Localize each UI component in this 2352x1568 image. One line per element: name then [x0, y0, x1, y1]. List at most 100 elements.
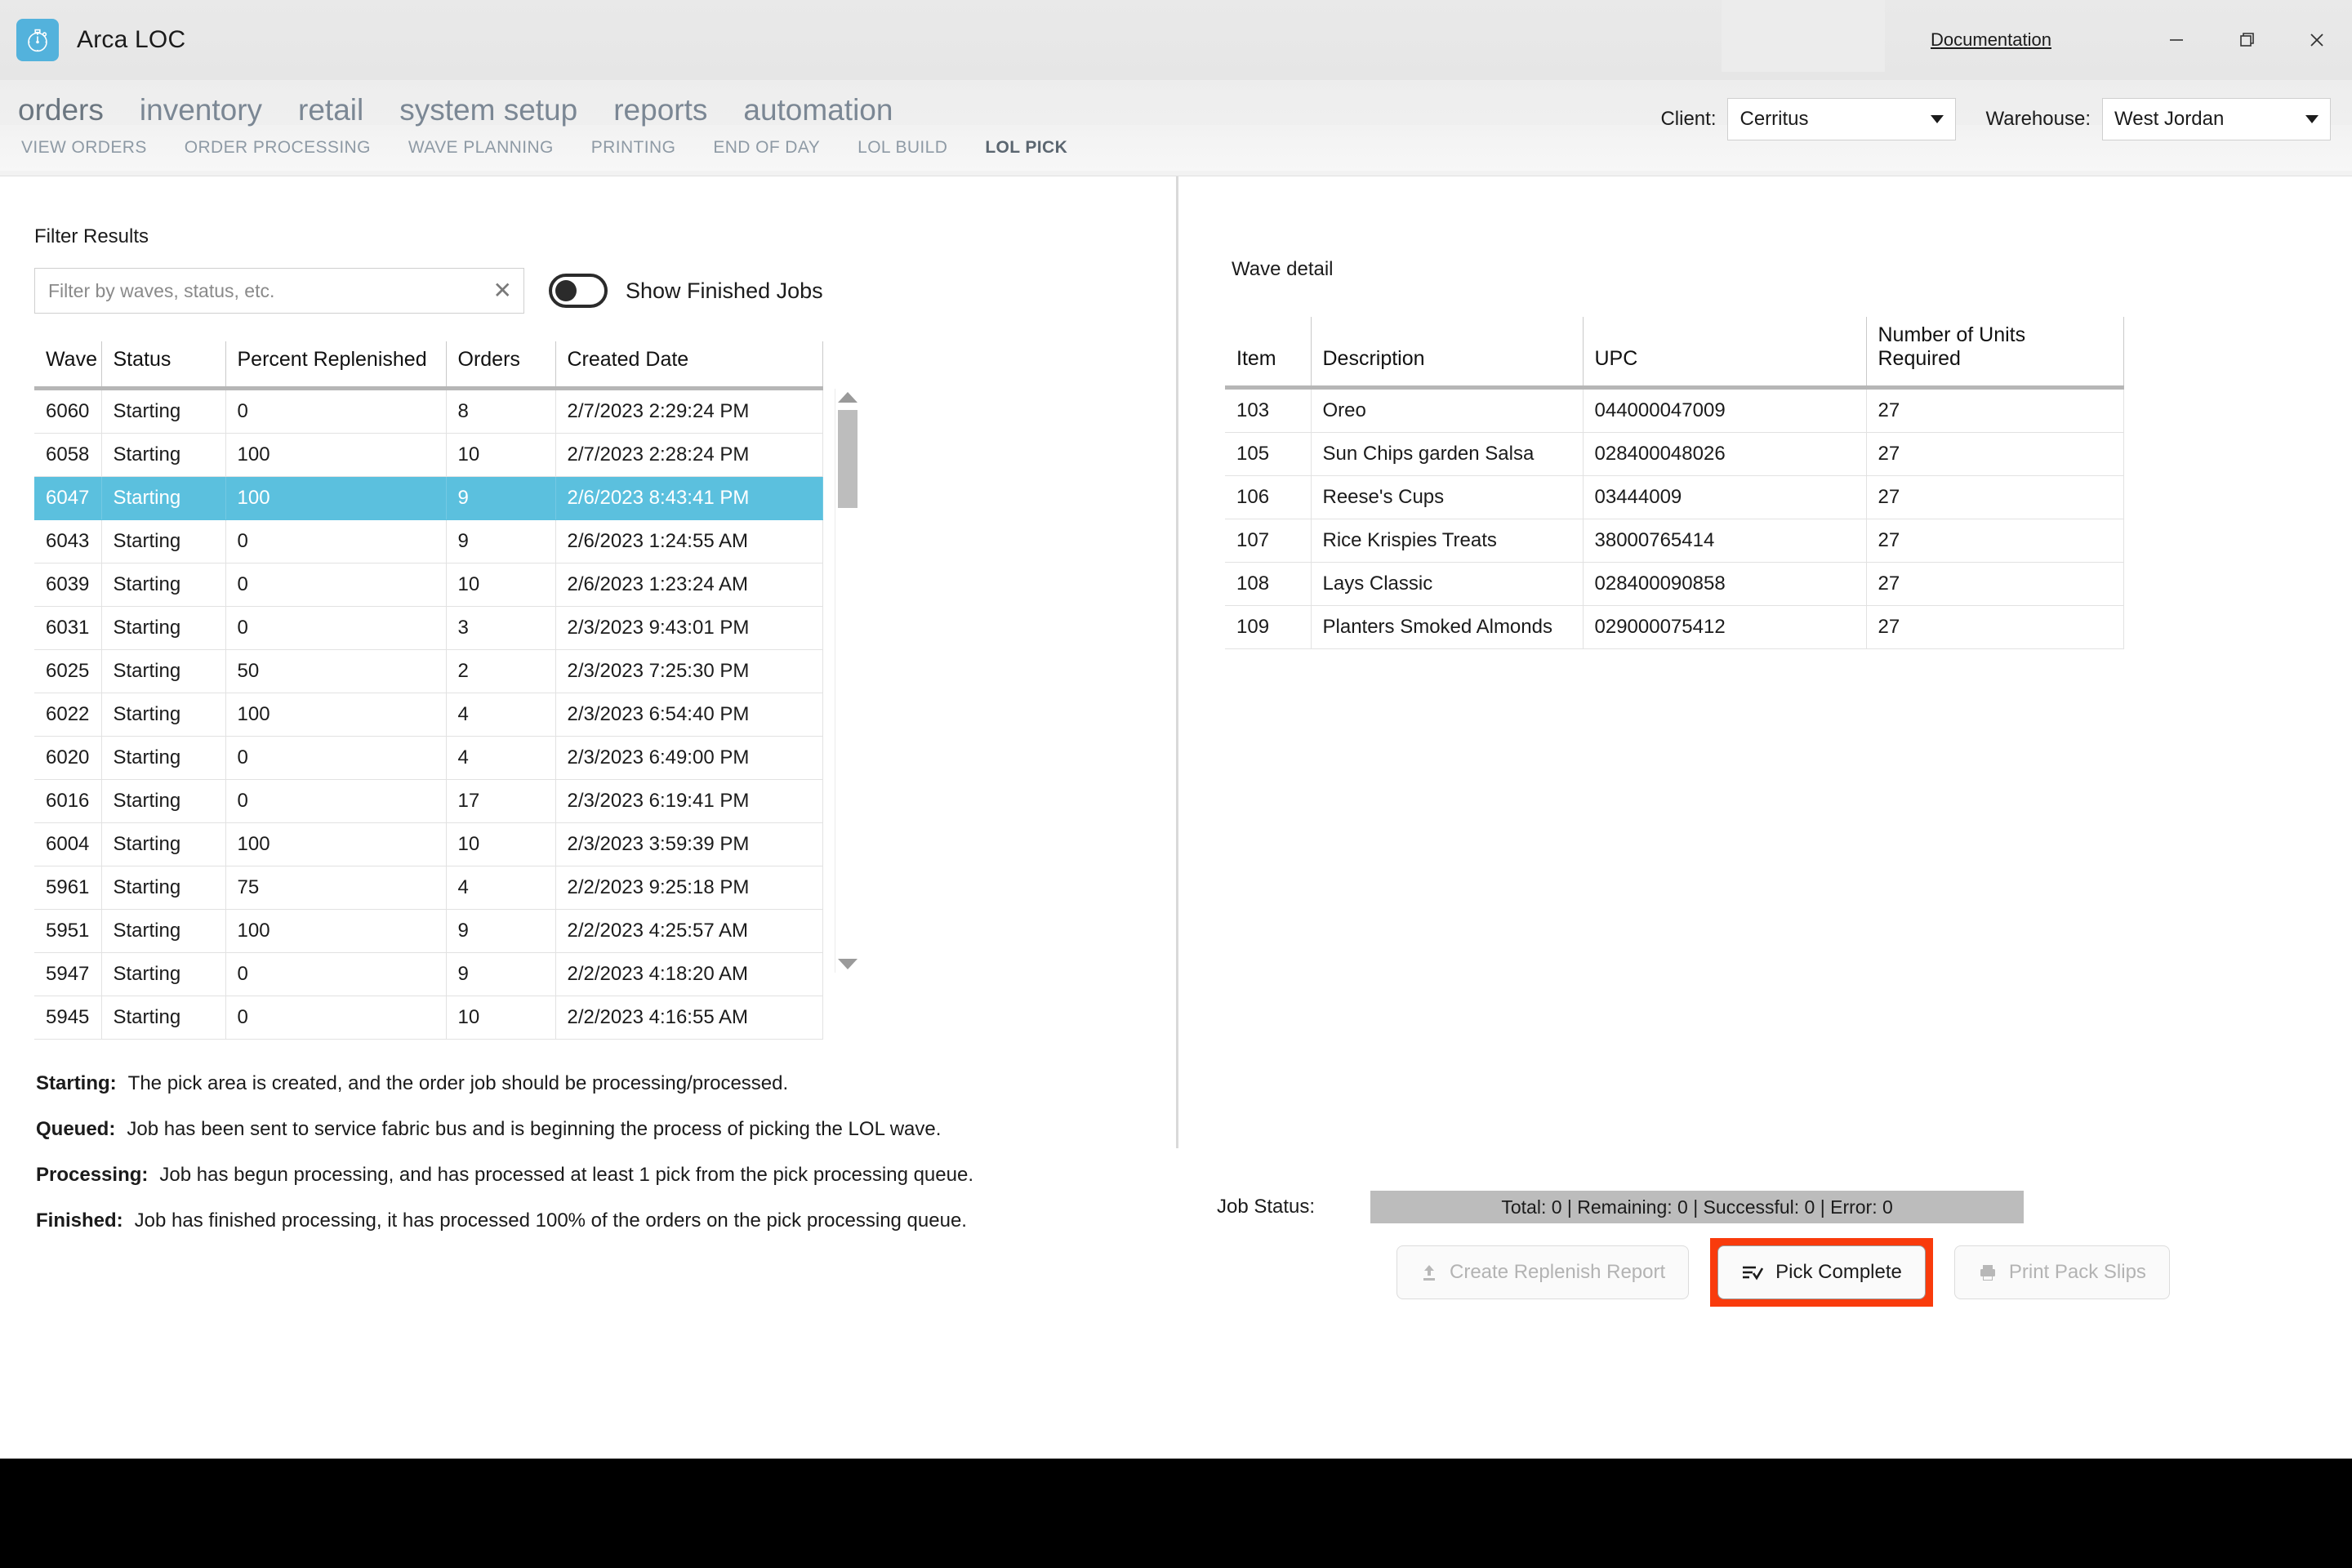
percent-cell: 0: [225, 736, 447, 780]
nav-inventory[interactable]: inventory: [140, 95, 280, 125]
waves-scrollbar[interactable]: [835, 389, 859, 973]
percent-cell: 100: [225, 909, 447, 953]
table-row[interactable]: 6016 Starting 0 17 2/3/2023 6:19:41 PM: [34, 779, 823, 823]
print-pack-slips-button[interactable]: Print Pack Slips: [1953, 1245, 2170, 1299]
col-created-date[interactable]: Created Date: [555, 341, 823, 390]
table-row[interactable]: 5945 Starting 0 10 2/2/2023 4:16:55 AM: [34, 996, 823, 1040]
col-upc[interactable]: UPC: [1583, 317, 1867, 390]
table-row[interactable]: 6020 Starting 0 4 2/3/2023 6:49:00 PM: [34, 736, 823, 780]
table-row[interactable]: 6047 Starting 100 9 2/6/2023 8:43:41 PM: [34, 476, 823, 520]
table-row[interactable]: 6060 Starting 0 8 2/7/2023 2:29:24 PM: [34, 388, 823, 434]
minimize-icon[interactable]: [2141, 5, 2212, 75]
status-cell: Starting: [101, 693, 226, 737]
table-row[interactable]: 5961 Starting 75 4 2/2/2023 9:25:18 PM: [34, 866, 823, 910]
tab-lol-pick[interactable]: LOL PICK: [985, 138, 1067, 158]
tab-wave-planning[interactable]: WAVE PLANNING: [408, 138, 554, 158]
table-row[interactable]: 5951 Starting 100 9 2/2/2023 4:25:57 AM: [34, 909, 823, 953]
tab-end-of-day[interactable]: END OF DAY: [713, 138, 820, 158]
table-row[interactable]: 6025 Starting 50 2 2/3/2023 7:25:30 PM: [34, 649, 823, 693]
tab-printing[interactable]: PRINTING: [591, 138, 676, 158]
units-required-cell: 27: [1866, 605, 2124, 649]
tab-view-orders[interactable]: VIEW ORDERS: [21, 138, 147, 158]
scroll-up-icon[interactable]: [838, 392, 858, 403]
table-row[interactable]: 6031 Starting 0 3 2/3/2023 9:43:01 PM: [34, 606, 823, 650]
table-row[interactable]: 106 Reese's Cups 03444009 27: [1225, 475, 2124, 519]
waves-header-row: Wave Status Percent Replenished Orders C…: [34, 341, 823, 390]
status-cell: Starting: [101, 736, 226, 780]
table-row[interactable]: 6039 Starting 0 10 2/6/2023 1:23:24 AM: [34, 563, 823, 607]
table-row[interactable]: 108 Lays Classic 028400090858 27: [1225, 562, 2124, 606]
upc-cell: 38000765414: [1583, 519, 1867, 563]
table-row[interactable]: 6004 Starting 100 10 2/3/2023 3:59:39 PM: [34, 822, 823, 866]
show-finished-jobs-label: Show Finished Jobs: [626, 278, 823, 303]
warehouse-dropdown[interactable]: West Jordan: [2102, 98, 2331, 140]
col-percent-replenished[interactable]: Percent Replenished: [225, 341, 447, 390]
maximize-icon[interactable]: [2212, 5, 2282, 75]
nav-retail[interactable]: retail: [298, 95, 381, 125]
orders-cell: 10: [446, 996, 556, 1040]
wave-detail-head: Item Description UPC Number of Units Req…: [1225, 317, 2124, 390]
table-row[interactable]: 6058 Starting 100 10 2/7/2023 2:28:24 PM: [34, 433, 823, 477]
percent-cell: 100: [225, 433, 447, 477]
tab-lol-build[interactable]: LOL BUILD: [858, 138, 947, 158]
warehouse-value: West Jordan: [2114, 108, 2225, 130]
percent-cell: 100: [225, 476, 447, 520]
nav-reports[interactable]: reports: [613, 95, 725, 125]
table-row[interactable]: 6022 Starting 100 4 2/3/2023 6:54:40 PM: [34, 693, 823, 737]
clear-icon[interactable]: ✕: [493, 279, 512, 302]
legend-term: Queued:: [36, 1118, 116, 1140]
title-bar-controls: Documentation: [1931, 0, 2352, 80]
percent-cell: 0: [225, 952, 447, 996]
col-wave[interactable]: Wave: [34, 341, 102, 390]
upload-icon: [1420, 1263, 1438, 1282]
percent-cell: 0: [225, 606, 447, 650]
navigation-region: orders inventory retail system setup rep…: [0, 80, 2352, 176]
table-row[interactable]: 105 Sun Chips garden Salsa 028400048026 27: [1225, 432, 2124, 476]
table-row[interactable]: 109 Planters Smoked Almonds 029000075412 27: [1225, 605, 2124, 649]
scrollbar-thumb[interactable]: [838, 410, 858, 508]
filter-input[interactable]: [35, 269, 523, 313]
job-status-row: Job Status: Total: 0 | Remaining: 0 | Su…: [1217, 1191, 2025, 1223]
orders-cell: 17: [446, 779, 556, 823]
item-cell: 105: [1225, 432, 1312, 476]
wave-cell: 6004: [34, 822, 102, 866]
table-row[interactable]: 6043 Starting 0 9 2/6/2023 1:24:55 AM: [34, 519, 823, 564]
table-row[interactable]: 103 Oreo 044000047009 27: [1225, 387, 2124, 433]
created-date-cell: 2/7/2023 2:29:24 PM: [555, 388, 823, 434]
nav-orders[interactable]: orders: [18, 95, 122, 125]
pick-complete-button[interactable]: Pick Complete: [1717, 1245, 1926, 1299]
units-required-cell: 27: [1866, 432, 2124, 476]
col-description[interactable]: Description: [1311, 317, 1584, 390]
status-cell: Starting: [101, 909, 226, 953]
show-finished-jobs-toggle[interactable]: [549, 274, 608, 308]
description-cell: Sun Chips garden Salsa: [1311, 432, 1584, 476]
table-row[interactable]: 5947 Starting 0 9 2/2/2023 4:18:20 AM: [34, 952, 823, 996]
documentation-link[interactable]: Documentation: [1931, 29, 2051, 51]
orders-cell: 9: [446, 519, 556, 564]
client-dropdown[interactable]: Cerritus: [1727, 98, 1957, 140]
status-cell: Starting: [101, 996, 226, 1040]
created-date-cell: 2/7/2023 2:28:24 PM: [555, 433, 823, 477]
wave-cell: 5961: [34, 866, 102, 910]
orders-cell: 10: [446, 433, 556, 477]
tab-order-processing[interactable]: ORDER PROCESSING: [185, 138, 371, 158]
created-date-cell: 2/6/2023 8:43:41 PM: [555, 476, 823, 520]
create-replenish-report-button[interactable]: Create Replenish Report: [1396, 1245, 1690, 1299]
col-item[interactable]: Item: [1225, 317, 1312, 390]
table-row[interactable]: 107 Rice Krispies Treats 38000765414 27: [1225, 519, 2124, 563]
orders-cell: 8: [446, 388, 556, 434]
scroll-down-icon[interactable]: [838, 959, 858, 969]
nav-system-setup[interactable]: system setup: [399, 95, 595, 125]
main-content: Filter Results ✕ Show Finished Jobs: [0, 176, 2352, 1459]
status-cell: Starting: [101, 433, 226, 477]
nav-automation[interactable]: automation: [743, 95, 911, 125]
col-status[interactable]: Status: [101, 341, 226, 390]
toggle-knob: [555, 280, 577, 301]
wave-detail-header-row: Item Description UPC Number of Units Req…: [1225, 317, 2124, 390]
col-units-required[interactable]: Number of Units Required: [1866, 317, 2124, 390]
col-orders[interactable]: Orders: [446, 341, 556, 390]
close-icon[interactable]: [2282, 5, 2352, 75]
percent-cell: 100: [225, 822, 447, 866]
wave-cell: 5947: [34, 952, 102, 996]
orders-cell: 2: [446, 649, 556, 693]
